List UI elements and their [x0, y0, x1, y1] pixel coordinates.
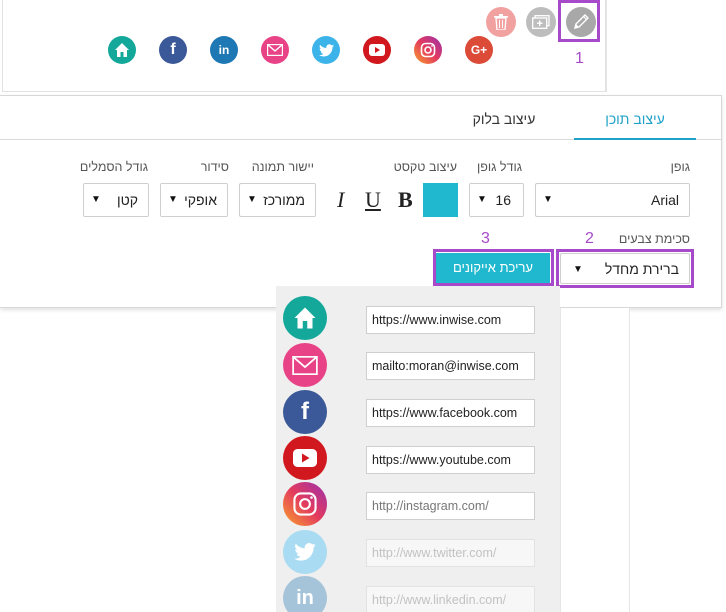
chevron-down-icon: ▼ — [91, 194, 101, 205]
facebook-icon: f — [159, 36, 187, 64]
editor-tabs: עיצוב תוכן עיצוב בלוק — [0, 96, 721, 140]
social-icons-row: f in G+ — [3, 36, 605, 66]
annotation-number-3: 3 — [481, 230, 490, 247]
image-align-value: ממורכז — [263, 192, 305, 208]
highlight-box-3 — [433, 249, 554, 286]
home-icon[interactable] — [283, 296, 327, 340]
youtube-icon — [363, 36, 391, 64]
font-label: גופן — [670, 160, 690, 174]
font-size-label: גודל גופן — [477, 160, 522, 174]
icon-size-select[interactable]: קטן ▼ — [83, 183, 149, 217]
google-plus-icon: G+ — [465, 36, 493, 64]
icon-size-value: קטן — [116, 192, 138, 208]
font-size-value: 16 — [495, 192, 511, 208]
chevron-down-icon: ▼ — [247, 194, 257, 205]
email-url-input[interactable]: mailto:moran@inwise.com — [366, 352, 535, 380]
preview-border — [606, 0, 607, 92]
facebook-url-input[interactable]: https://www.facebook.com — [366, 399, 535, 427]
annotation-number-1: 1 — [575, 50, 584, 67]
font-value: Arial — [650, 192, 679, 208]
facebook-icon[interactable]: f — [283, 390, 327, 434]
linkedin-url-input[interactable]: http://www.linkedin.com/ — [366, 586, 535, 612]
text-color-swatch[interactable] — [423, 183, 458, 217]
bold-button[interactable]: B — [398, 187, 413, 213]
icon-size-label: גודל הסמלים — [79, 160, 148, 174]
chevron-down-icon: ▼ — [543, 194, 553, 205]
home-icon — [108, 36, 136, 64]
home-url-input[interactable]: https://www.inwise.com — [366, 306, 535, 334]
color-scheme-label: סכימת צבעים — [618, 232, 690, 246]
linkedin-icon[interactable]: in — [283, 576, 327, 612]
duplicate-block-button[interactable] — [526, 7, 556, 37]
order-value: אופקי — [184, 192, 217, 208]
instagram-url-input[interactable]: http://instagram.com/ — [366, 492, 535, 520]
font-select[interactable]: Arial ▼ — [535, 183, 690, 217]
twitter-icon[interactable] — [283, 530, 327, 574]
social-block-preview[interactable]: f in G+ — [2, 0, 606, 92]
underline-button[interactable]: U — [365, 187, 381, 213]
twitter-url-input[interactable]: http://www.twitter.com/ — [366, 539, 535, 567]
order-label: סידור — [200, 160, 229, 174]
linkedin-icon: in — [210, 36, 238, 64]
image-align-select[interactable]: ממורכז ▼ — [239, 183, 316, 217]
chevron-down-icon: ▼ — [168, 194, 178, 205]
delete-block-button[interactable] — [486, 7, 516, 37]
canvas-strip — [560, 308, 630, 612]
trash-icon — [494, 14, 508, 30]
youtube-url-input[interactable]: https://www.youtube.com — [366, 446, 535, 474]
annotation-number-2: 2 — [585, 230, 594, 247]
image-align-label: יישור תמונה — [251, 160, 314, 174]
email-icon[interactable] — [283, 343, 327, 387]
chevron-down-icon: ▼ — [477, 194, 487, 205]
youtube-icon[interactable] — [283, 436, 327, 480]
highlight-box-1 — [558, 0, 600, 42]
text-style-label: עיצוב טקסט — [393, 160, 457, 174]
instagram-icon — [414, 36, 442, 64]
twitter-icon — [312, 36, 340, 64]
instagram-icon[interactable] — [283, 482, 327, 526]
font-size-select[interactable]: 16 ▼ — [469, 183, 524, 217]
tab-block-design[interactable]: עיצוב בלוק — [444, 96, 564, 140]
tab-content-design[interactable]: עיצוב תוכן — [574, 96, 696, 140]
italic-button[interactable]: I — [337, 187, 344, 213]
highlight-box-2 — [556, 249, 694, 288]
email-icon — [261, 36, 289, 64]
order-select[interactable]: אופקי ▼ — [160, 183, 228, 217]
duplicate-icon — [532, 15, 550, 29]
